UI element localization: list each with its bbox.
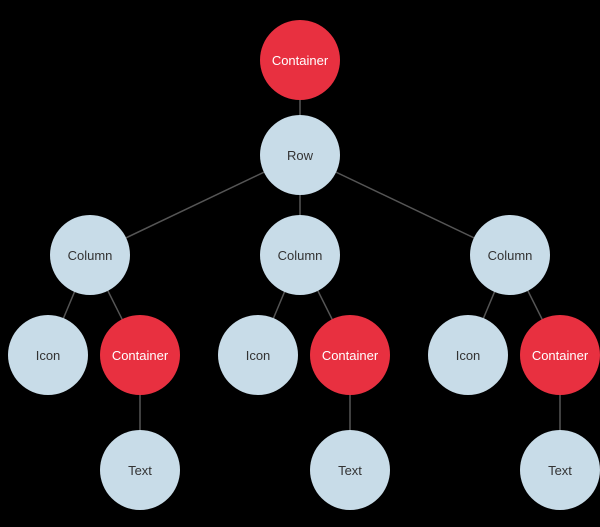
- node-text3: Text: [520, 430, 600, 510]
- node-col3: Column: [470, 215, 550, 295]
- node-col1: Column: [50, 215, 130, 295]
- node-icon1: Icon: [8, 315, 88, 395]
- tree-diagram: ContainerRowColumnColumnColumnIconContai…: [0, 0, 600, 527]
- node-col2: Column: [260, 215, 340, 295]
- node-text2: Text: [310, 430, 390, 510]
- node-cont1: Container: [100, 315, 180, 395]
- node-root: Container: [260, 20, 340, 100]
- node-row: Row: [260, 115, 340, 195]
- node-text1: Text: [100, 430, 180, 510]
- node-icon3: Icon: [428, 315, 508, 395]
- node-cont2: Container: [310, 315, 390, 395]
- node-cont3: Container: [520, 315, 600, 395]
- node-icon2: Icon: [218, 315, 298, 395]
